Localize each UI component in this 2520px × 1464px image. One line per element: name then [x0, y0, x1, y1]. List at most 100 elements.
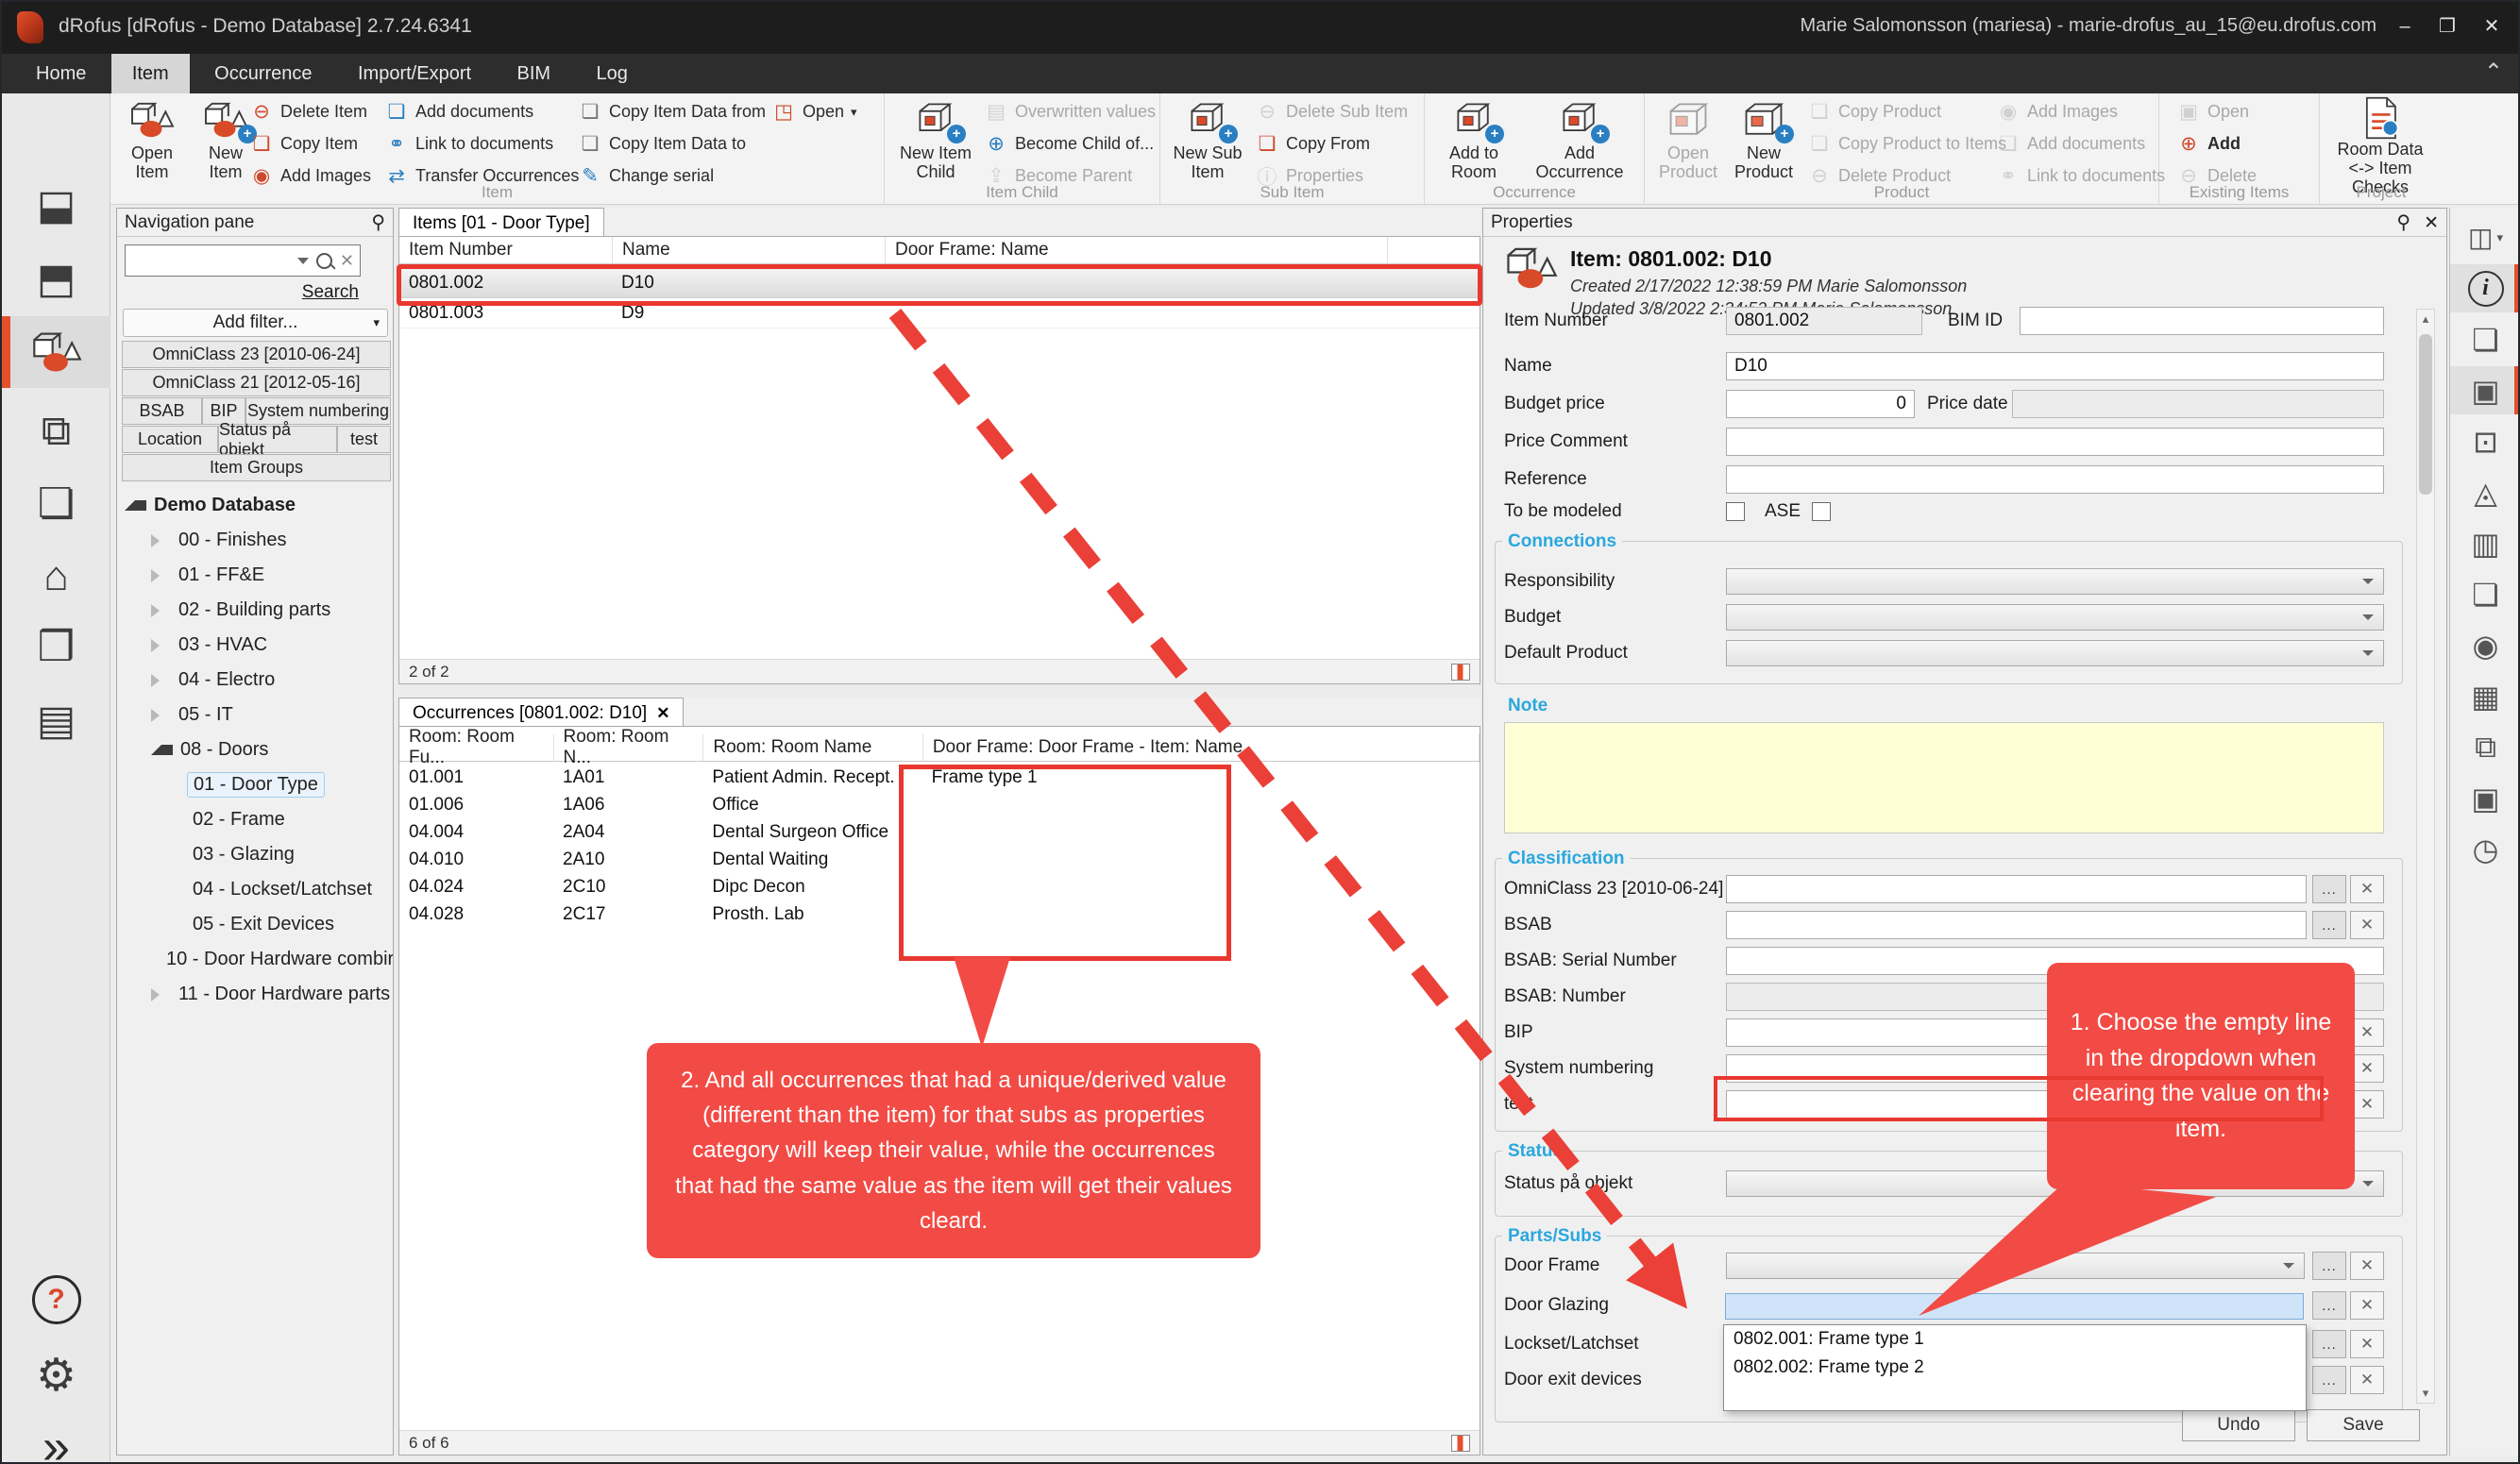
collapsed-arrow-icon[interactable] [151, 674, 171, 687]
product-add-documents-button[interactable]: ❏Add documents [1996, 131, 2165, 157]
door-glazing-clear-button[interactable]: ✕ [2350, 1291, 2384, 1320]
toolbar-parent-button[interactable]: ▣ [2450, 774, 2520, 822]
toolbar-products-button[interactable]: ▥ [2450, 519, 2520, 567]
open-product-button[interactable]: Open Product [1652, 96, 1724, 183]
scroll-up-icon[interactable]: ▴ [2423, 311, 2429, 327]
tree-node-00-finishes[interactable]: 00 - Finishes [119, 523, 393, 558]
occurrence-row[interactable]: 01.001 1A01 Patient Admin. Recept. Frame… [399, 764, 1480, 791]
door-glazing-browse-button[interactable]: ... [2312, 1291, 2346, 1320]
room-data-item-checks-button[interactable]: Room Data <-> Item Checks [2327, 96, 2433, 183]
column-header-room-function[interactable]: Room: Room Fu... [399, 734, 554, 761]
items-row[interactable]: 0801.003 D9 [399, 299, 1480, 328]
column-chooser-icon[interactable] [1451, 664, 1470, 681]
tree-node-08-doors[interactable]: 08 - Doors [119, 732, 393, 767]
reference-field[interactable] [1726, 465, 2384, 494]
tab-import-export[interactable]: Import/Export [337, 54, 492, 93]
toolbar-systems-button[interactable]: ⧉ [2450, 723, 2520, 771]
properties-scrollbar[interactable]: ▴ ▾ [2416, 309, 2435, 1404]
collapsed-arrow-icon[interactable] [151, 988, 171, 1001]
bim-id-field[interactable] [2020, 307, 2384, 335]
copy-product-to-items-button[interactable]: ❏Copy Product to Items [1807, 131, 2006, 157]
system-numbering-field[interactable] [1726, 1054, 2307, 1083]
sidebar-item-help[interactable]: ? [2, 1264, 110, 1336]
tree-node-04-electro[interactable]: 04 - Electro [119, 663, 393, 698]
tree-node-03-hvac[interactable]: 03 - HVAC [119, 628, 393, 663]
overwritten-values-button[interactable]: ▤Overwritten values [984, 99, 1156, 125]
add-occurrence-button[interactable]: + Add Occurrence [1527, 96, 1632, 183]
column-header-door-frame-name[interactable]: Door Frame: Name [886, 237, 1388, 263]
open-item-button[interactable]: Open Item [118, 96, 186, 183]
toolbar-documents-button[interactable]: ❏ [2450, 570, 2520, 618]
tab-log[interactable]: Log [576, 54, 649, 93]
filter-omniclass23-button[interactable]: OmniClass 23 [2010-06-24] [122, 341, 391, 368]
become-child-of-button[interactable]: ⊕Become Child of... [984, 131, 1156, 157]
ase-checkbox[interactable] [1812, 502, 1831, 521]
pin-icon[interactable]: ⚲ [371, 210, 385, 234]
filter-omniclass21-button[interactable]: OmniClass 21 [2012-05-16] [122, 369, 391, 396]
product-add-images-button[interactable]: ◉Add Images [1996, 99, 2165, 125]
sidebar-item-rooms[interactable]: ⬓ [2, 169, 110, 241]
test-clear-button[interactable]: ✕ [2350, 1090, 2384, 1119]
occurrences-tab[interactable]: Occurrences [0801.002: D10] ✕ [398, 698, 684, 728]
door-frame-browse-button[interactable]: ... [2312, 1252, 2346, 1280]
price-date-field[interactable] [2012, 390, 2384, 418]
search-clear-icon[interactable]: ✕ [340, 251, 354, 271]
tree-node-11-door-hardware-parts[interactable]: 11 - Door Hardware parts [119, 977, 393, 1012]
delete-item-button[interactable]: ⊖Delete Item [249, 99, 371, 125]
default-product-dropdown[interactable] [1726, 640, 2384, 666]
column-header-item-number[interactable]: Item Number [399, 237, 613, 263]
lockset-browse-button[interactable]: ... [2312, 1330, 2346, 1358]
collapsed-arrow-icon[interactable] [151, 569, 171, 582]
sidebar-item-reports[interactable]: ▤ [2, 684, 110, 756]
toolbar-info-button[interactable]: i [2450, 264, 2520, 312]
tree-node-05-exit-devices[interactable]: 05 - Exit Devices [119, 907, 393, 942]
sidebar-item-room-function[interactable]: ⬒ [2, 243, 110, 314]
close-tab-icon[interactable]: ✕ [656, 704, 669, 723]
link-to-documents-button[interactable]: ⚭Link to documents [384, 131, 579, 157]
add-documents-button[interactable]: ❏Add documents [384, 99, 579, 125]
collapsed-arrow-icon[interactable] [151, 604, 171, 617]
omniclass-browse-button[interactable]: ... [2312, 875, 2346, 903]
search-input[interactable]: ✕ [125, 244, 361, 277]
bsab-browse-button[interactable]: ... [2312, 911, 2346, 939]
test-field[interactable] [1726, 1090, 2307, 1119]
dropdown-option-frame-type-1[interactable]: 0802.001: Frame type 1 [1724, 1325, 2306, 1354]
bsab-serial-field[interactable] [1726, 947, 2384, 975]
toolbar-classification-button[interactable]: ▦ [2450, 672, 2520, 720]
ribbon-collapse-icon[interactable]: ⌃ [2484, 59, 2503, 86]
tree-node-04-lockset[interactable]: 04 - Lockset/Latchset [119, 872, 393, 907]
occurrence-row[interactable]: 04.010 2A10 Dental Waiting [399, 846, 1480, 873]
system-numbering-clear-button[interactable]: ✕ [2350, 1054, 2384, 1083]
column-header-name[interactable]: Name [613, 237, 886, 263]
delete-sub-item-button[interactable]: ⊖Delete Sub Item [1255, 99, 1408, 125]
filter-bsab-button[interactable]: BSAB [122, 397, 202, 425]
tree-node-01-door-type[interactable]: 01 - Door Type [119, 767, 393, 802]
tree-node-02-building-parts[interactable]: 02 - Building parts [119, 593, 393, 628]
add-to-room-button[interactable]: + Add to Room [1434, 96, 1514, 183]
copy-item-data-to-button[interactable]: ❏Copy Item Data to [578, 131, 766, 157]
sidebar-item-buildings[interactable]: ⌂ [2, 541, 110, 613]
tree-node-02-frame[interactable]: 02 - Frame [119, 802, 393, 837]
search-icon[interactable] [316, 253, 332, 269]
bsab-field[interactable] [1726, 911, 2307, 939]
occurrence-row[interactable]: 04.028 2C17 Prosth. Lab [399, 900, 1480, 928]
minimize-button-icon[interactable]: – [2386, 11, 2424, 42]
tree-node-05-it[interactable]: 05 - IT [119, 698, 393, 732]
close-panel-icon[interactable]: ✕ [2424, 213, 2439, 233]
sidebar-item-documents[interactable]: ❏ [2, 467, 110, 539]
status-pa-objekt-dropdown[interactable] [1726, 1170, 2384, 1197]
lockset-clear-button[interactable]: ✕ [2350, 1330, 2384, 1358]
filter-item-groups-button[interactable]: Item Groups [122, 454, 391, 481]
toolbar-sub-items-button[interactable]: ◬ [2450, 468, 2520, 516]
tree-node-01-ffe[interactable]: 01 - FF&E [119, 558, 393, 593]
filter-location-button[interactable]: Location [122, 426, 218, 453]
tab-occurrence[interactable]: Occurrence [194, 54, 332, 93]
note-field[interactable] [1504, 722, 2384, 833]
sidebar-item-expand[interactable]: » [2, 1411, 110, 1464]
save-button[interactable]: Save [2307, 1409, 2420, 1441]
filter-test-button[interactable]: test [337, 426, 391, 453]
toolbar-layout-button[interactable]: ◫ ▾ [2450, 213, 2520, 261]
budget-price-field[interactable]: 0 [1726, 390, 1915, 418]
bsab-clear-button[interactable]: ✕ [2350, 911, 2384, 939]
door-exit-clear-button[interactable]: ✕ [2350, 1366, 2384, 1394]
